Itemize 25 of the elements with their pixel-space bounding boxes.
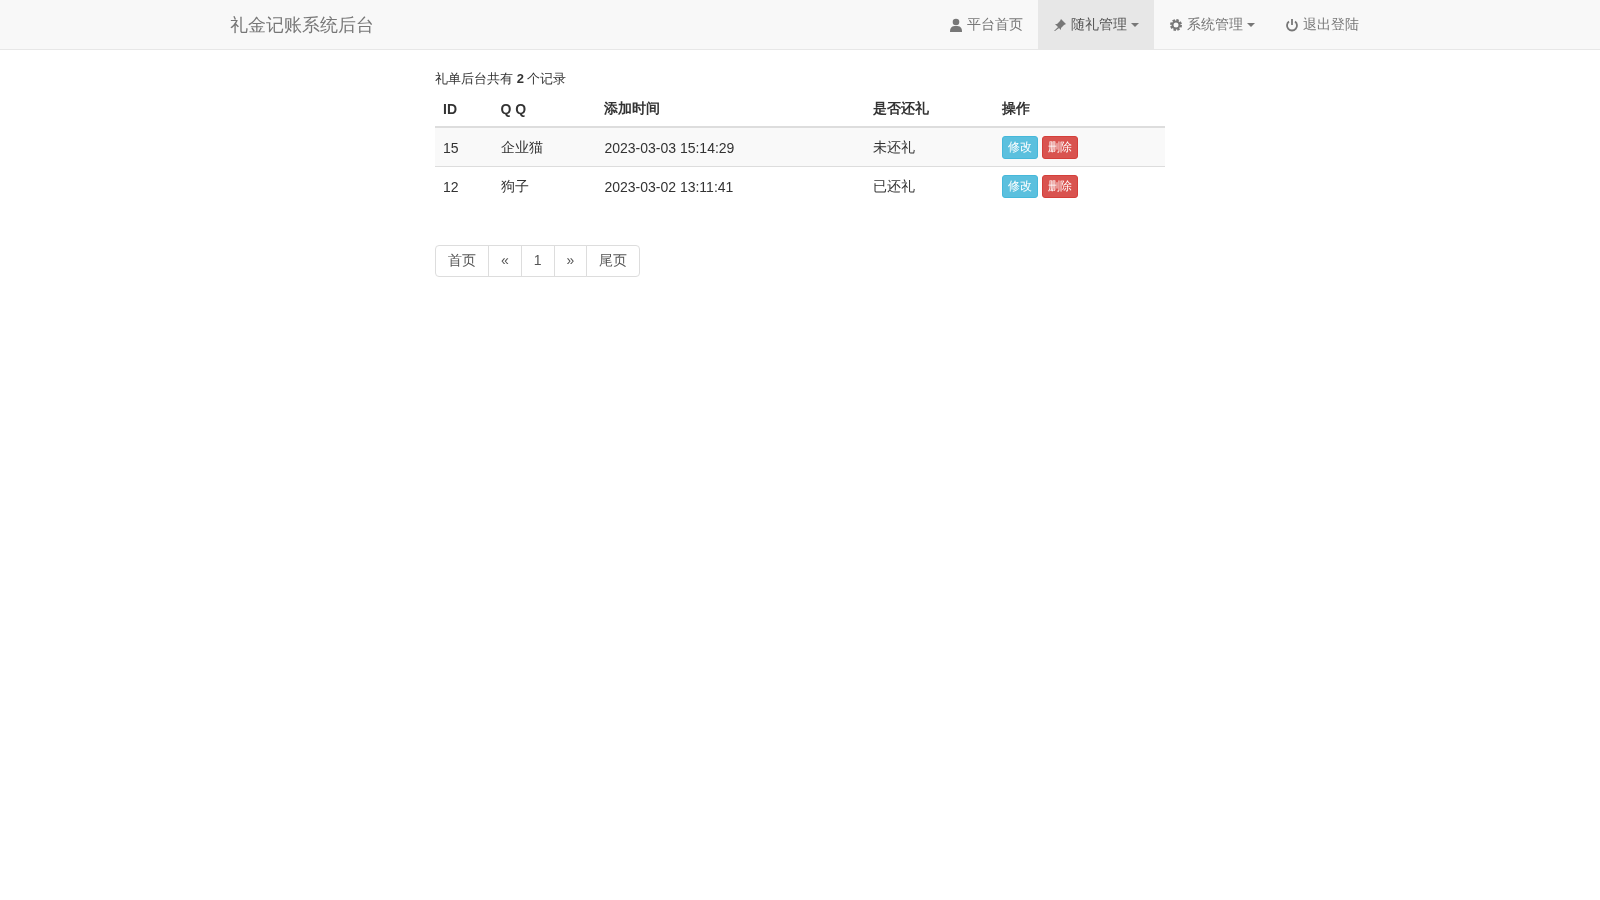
user-icon xyxy=(949,17,963,32)
pagination-link[interactable]: 尾页 xyxy=(586,245,641,277)
pagination-link[interactable]: « xyxy=(488,245,522,277)
delete-button[interactable]: 删除 xyxy=(1042,175,1079,198)
power-icon xyxy=(1285,17,1299,32)
table-cell: 未还礼 xyxy=(864,127,995,167)
table-cell: 15 xyxy=(435,127,493,167)
brand-title[interactable]: 礼金记账系统后台 xyxy=(230,0,374,49)
table-cell: 企业猫 xyxy=(492,127,597,167)
table-cell: 狗子 xyxy=(492,166,597,205)
record-count-text: 礼单后台共有 2 个记录 xyxy=(435,70,567,88)
table-cell: 12 xyxy=(435,166,493,205)
nav-item[interactable]: 平台首页 xyxy=(934,0,1038,49)
table-cell: 已还礼 xyxy=(864,166,995,205)
delete-button[interactable]: 删除 xyxy=(1042,136,1079,159)
table-cell: 2023-03-03 15:14:29 xyxy=(596,127,865,167)
gear-icon xyxy=(1169,17,1183,32)
pagination-link[interactable]: 1 xyxy=(520,245,555,277)
table-cell: 2023-03-02 13:11:41 xyxy=(596,166,865,205)
nav-item[interactable]: 随礼管理 xyxy=(1038,0,1154,49)
pagination-link[interactable]: 首页 xyxy=(435,245,489,277)
pushpin-icon xyxy=(1053,17,1067,32)
nav-item[interactable]: 退出登陆 xyxy=(1270,0,1374,49)
pagination-link[interactable]: » xyxy=(553,245,588,277)
nav-item[interactable]: 系统管理 xyxy=(1154,0,1270,49)
